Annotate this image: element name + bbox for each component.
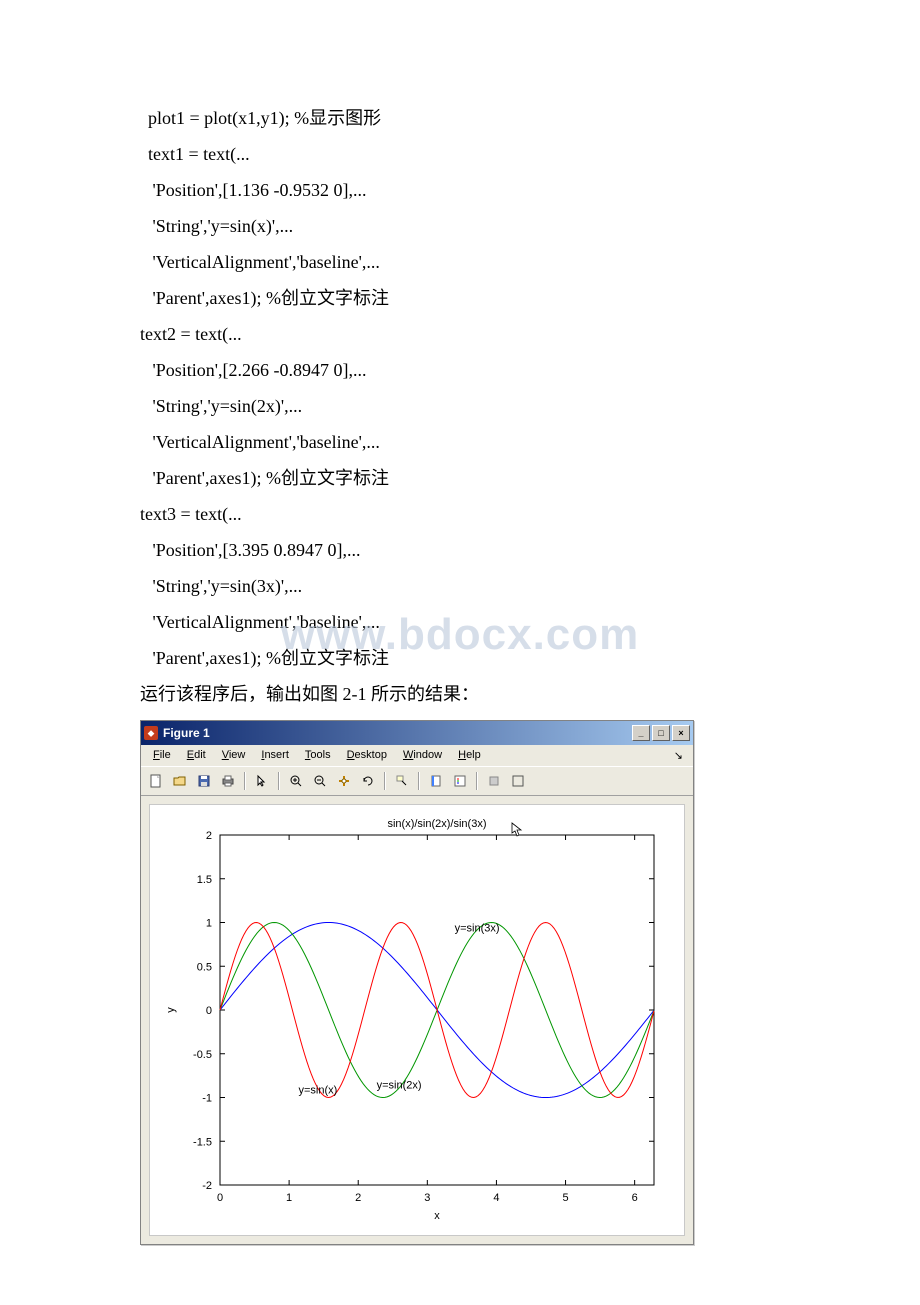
code-line: plot1 = plot(x1,y1); %显示图形 xyxy=(140,100,780,136)
legend-icon[interactable] xyxy=(449,770,471,792)
result-caption: 运行该程序后，输出如图 2-1 所示的结果： xyxy=(140,676,780,712)
svg-text:0.5: 0.5 xyxy=(197,961,212,973)
code-line: text3 = text(... xyxy=(140,496,780,532)
menu-edit[interactable]: Edit xyxy=(179,747,214,764)
window-title: Figure 1 xyxy=(163,726,632,740)
open-icon[interactable] xyxy=(169,770,191,792)
toolbar xyxy=(141,766,693,796)
minimize-button[interactable]: _ xyxy=(632,725,650,741)
code-line: 'Position',[3.395 0.8947 0],... xyxy=(140,532,780,568)
svg-text:y: y xyxy=(165,1007,177,1013)
menu-insert[interactable]: Insert xyxy=(253,747,297,764)
zoom-in-icon[interactable] xyxy=(285,770,307,792)
new-icon[interactable] xyxy=(145,770,167,792)
titlebar[interactable]: ⬥ Figure 1 _ □ × xyxy=(141,721,693,745)
svg-text:y=sin(x): y=sin(x) xyxy=(299,1084,338,1096)
data-cursor-icon[interactable] xyxy=(391,770,413,792)
svg-text:sin(x)/sin(2x)/sin(3x): sin(x)/sin(2x)/sin(3x) xyxy=(387,818,486,830)
svg-text:0: 0 xyxy=(217,1192,223,1204)
pointer-icon[interactable] xyxy=(251,770,273,792)
window-buttons: _ □ × xyxy=(632,725,690,741)
code-line: 'String','y=sin(3x)',... xyxy=(140,568,780,604)
colorbar-icon[interactable] xyxy=(425,770,447,792)
menu-tools[interactable]: Tools xyxy=(297,747,339,764)
code-line: 'VerticalAlignment','baseline',... xyxy=(140,604,780,640)
zoom-out-icon[interactable] xyxy=(309,770,331,792)
svg-text:1.5: 1.5 xyxy=(197,874,212,886)
menu-help[interactable]: Help xyxy=(450,747,489,764)
save-icon[interactable] xyxy=(193,770,215,792)
svg-text:-1.5: -1.5 xyxy=(193,1136,212,1148)
svg-text:-2: -2 xyxy=(202,1180,212,1192)
svg-text:0: 0 xyxy=(206,1005,212,1017)
svg-text:3: 3 xyxy=(424,1192,430,1204)
menu-file[interactable]: File xyxy=(145,747,179,764)
show-plot-icon[interactable] xyxy=(507,770,529,792)
matlab-figure-window: ⬥ Figure 1 _ □ × File Edit View Insert T… xyxy=(140,720,694,1245)
toolbar-separator xyxy=(384,772,386,790)
menu-desktop[interactable]: Desktop xyxy=(339,747,395,764)
pan-icon[interactable] xyxy=(333,770,355,792)
code-line: 'VerticalAlignment','baseline',... xyxy=(140,244,780,280)
code-line: 'String','y=sin(2x)',... xyxy=(140,388,780,424)
rotate-icon[interactable] xyxy=(357,770,379,792)
svg-text:y=sin(2x): y=sin(2x) xyxy=(377,1079,422,1091)
code-line: 'VerticalAlignment','baseline',... xyxy=(140,424,780,460)
document-page: www.bdocx.com plot1 = plot(x1,y1); %显示图形… xyxy=(0,0,920,1305)
svg-text:6: 6 xyxy=(632,1192,638,1204)
toolbar-separator xyxy=(278,772,280,790)
maximize-button[interactable]: □ xyxy=(652,725,670,741)
toolbar-separator xyxy=(244,772,246,790)
toolbar-separator xyxy=(476,772,478,790)
menu-view[interactable]: View xyxy=(214,747,254,764)
svg-text:1: 1 xyxy=(286,1192,292,1204)
code-line: 'Position',[1.136 -0.9532 0],... xyxy=(140,172,780,208)
menubar: File Edit View Insert Tools Desktop Wind… xyxy=(141,745,693,766)
code-line: text2 = text(... xyxy=(140,316,780,352)
svg-text:1: 1 xyxy=(206,918,212,930)
svg-text:x: x xyxy=(434,1210,440,1222)
print-icon[interactable] xyxy=(217,770,239,792)
svg-text:y=sin(3x): y=sin(3x) xyxy=(455,923,500,935)
plot-area: sin(x)/sin(2x)/sin(3x) 0 1 2 3 4 5 6 -2 -1.5 -1 -0.… xyxy=(141,796,693,1244)
toolbar-separator xyxy=(418,772,420,790)
chart[interactable]: sin(x)/sin(2x)/sin(3x) 0 1 2 3 4 5 6 -2 -1.5 -1 -0.… xyxy=(149,804,685,1236)
code-line: 'String','y=sin(x)',... xyxy=(140,208,780,244)
svg-text:5: 5 xyxy=(562,1192,568,1204)
dock-arrow[interactable]: ↘ xyxy=(668,747,689,764)
code-line: text1 = text(... xyxy=(140,136,780,172)
matlab-icon: ⬥ xyxy=(144,726,158,740)
menu-window[interactable]: Window xyxy=(395,747,450,764)
svg-text:2: 2 xyxy=(206,830,212,842)
svg-text:-0.5: -0.5 xyxy=(193,1049,212,1061)
svg-text:-1: -1 xyxy=(202,1093,212,1105)
svg-text:2: 2 xyxy=(355,1192,361,1204)
code-line: 'Position',[2.266 -0.8947 0],... xyxy=(140,352,780,388)
code-line: 'Parent',axes1); %创立文字标注 xyxy=(140,460,780,496)
hide-plot-icon[interactable] xyxy=(483,770,505,792)
close-button[interactable]: × xyxy=(672,725,690,741)
code-line: 'Parent',axes1); %创立文字标注 xyxy=(140,640,780,676)
svg-text:4: 4 xyxy=(493,1192,499,1204)
code-line: 'Parent',axes1); %创立文字标注 xyxy=(140,280,780,316)
